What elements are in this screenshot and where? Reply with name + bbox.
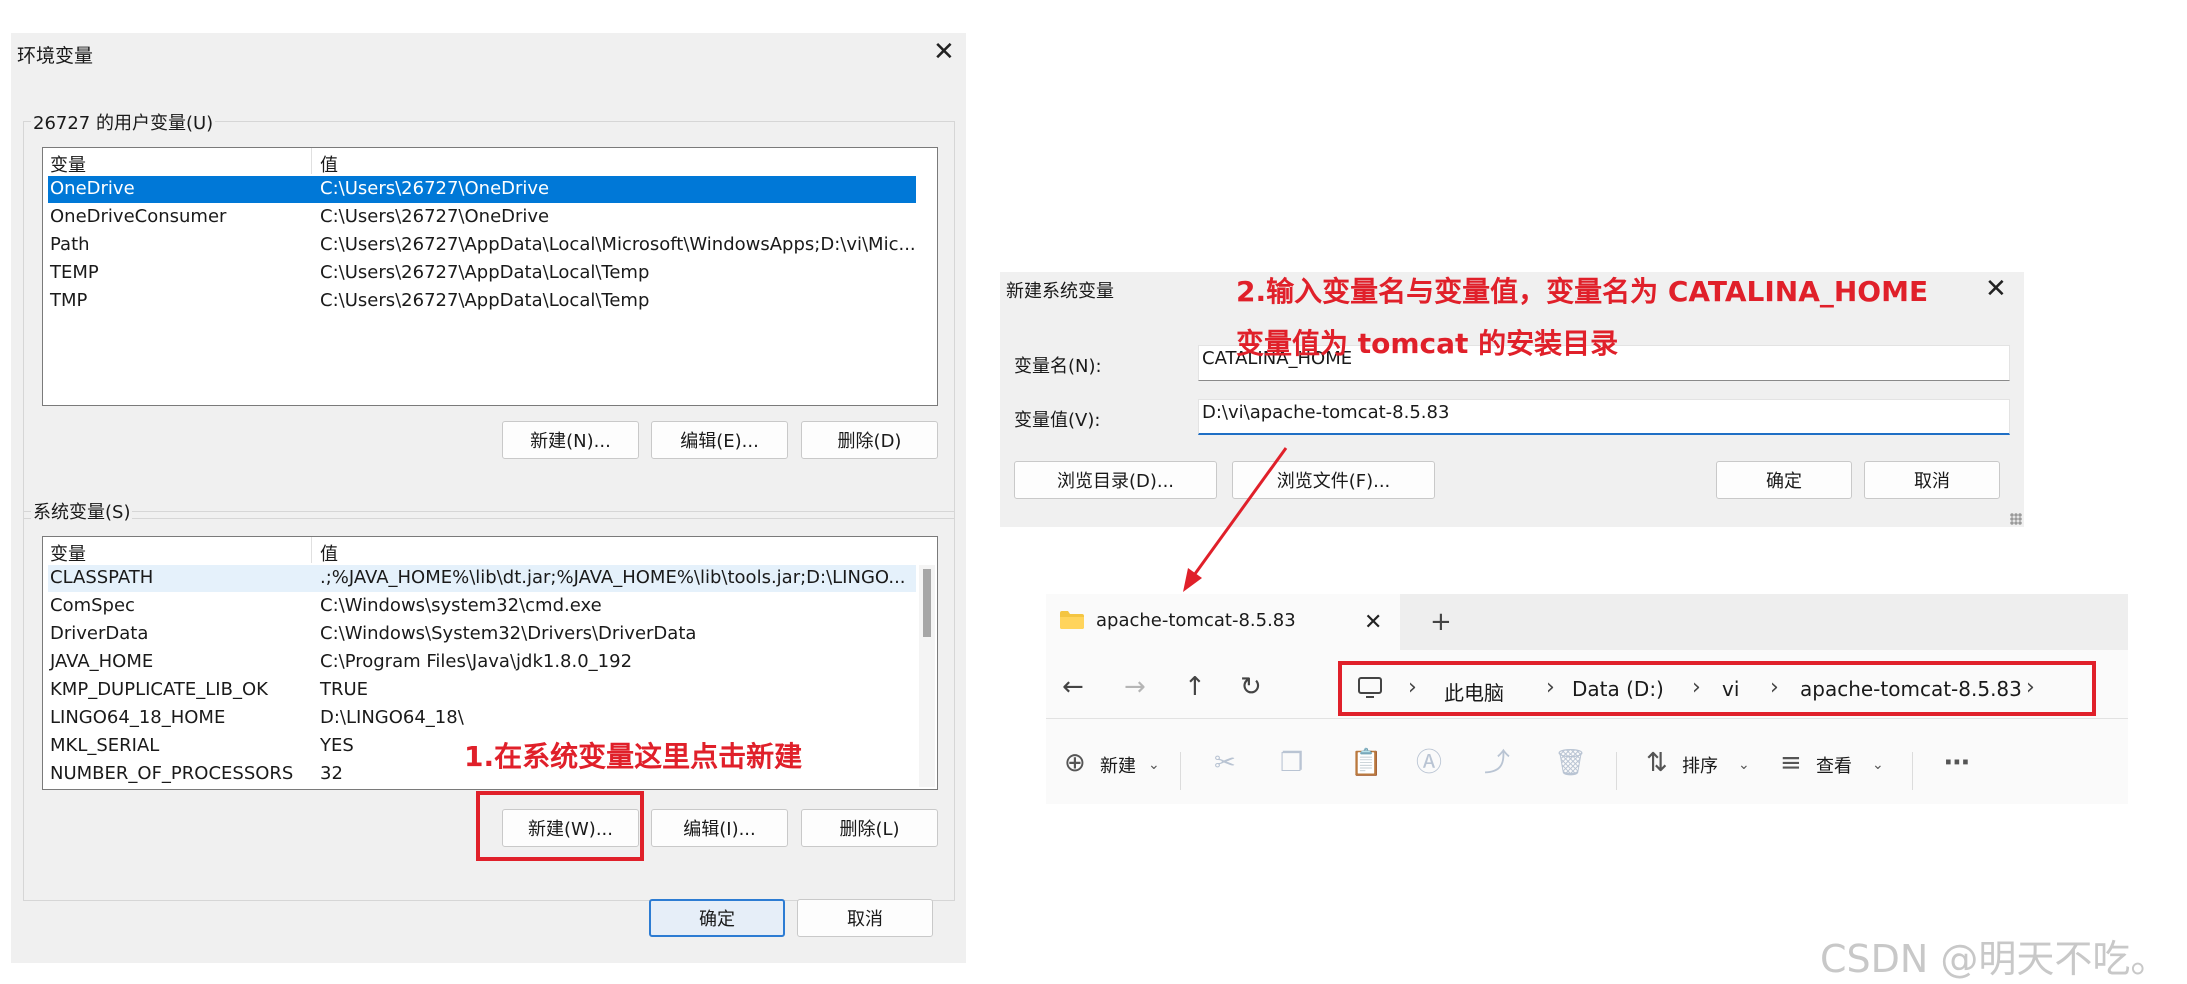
red-arrow-icon: [1183, 447, 1288, 592]
separator: [1616, 752, 1617, 790]
close-tab-icon[interactable]: ✕: [1364, 610, 1382, 636]
new-tab-icon[interactable]: +: [1430, 609, 1452, 635]
chevron-down-icon[interactable]: ⌄: [1872, 752, 1884, 778]
tab-apache-tomcat[interactable]: apache-tomcat-8.5.83 ✕: [1046, 594, 1400, 650]
chevron-right-icon[interactable]: ›: [2026, 675, 2035, 700]
breadcrumb-item[interactable]: Data (D:): [1572, 677, 1664, 701]
command-bar: ⊕ 新建 ⌄ ✂ ❐ 📋 Ⓐ ⤴ 🗑 ⇅ 排序 ⌄ ≡ 查看 ⌄ ⋯: [1046, 730, 2128, 804]
address-bar[interactable]: › 此电脑 › Data (D:) › vi › apache-tomcat-8…: [1346, 666, 2086, 712]
view-icon[interactable]: ≡: [1780, 750, 1802, 776]
chevron-right-icon[interactable]: ›: [1770, 675, 1779, 700]
paste-icon[interactable]: 📋: [1350, 750, 1382, 776]
breadcrumb-item[interactable]: vi: [1722, 677, 1739, 701]
separator: [1912, 752, 1913, 790]
breadcrumb-item[interactable]: apache-tomcat-8.5.83: [1800, 677, 2022, 701]
view-menu-button[interactable]: 查看: [1816, 752, 1852, 778]
forward-arrow-icon[interactable]: →: [1124, 674, 1146, 700]
chevron-right-icon[interactable]: ›: [1546, 675, 1555, 700]
more-options-icon[interactable]: ⋯: [1944, 750, 1970, 776]
file-explorer-window: apache-tomcat-8.5.83 ✕ + ← → ↑ ↻ › 此电脑 ›…: [1046, 594, 2128, 804]
folder-icon: [1060, 611, 1084, 629]
up-arrow-icon[interactable]: ↑: [1184, 674, 1206, 700]
cut-icon[interactable]: ✂: [1214, 750, 1236, 776]
tab-strip: apache-tomcat-8.5.83 ✕ +: [1046, 594, 2128, 650]
separator: [1180, 752, 1181, 790]
chevron-down-icon[interactable]: ⌄: [1738, 752, 1750, 778]
chevron-right-icon[interactable]: ›: [1692, 675, 1701, 700]
tab-title: apache-tomcat-8.5.83: [1096, 610, 1296, 631]
chevron-right-icon[interactable]: ›: [1408, 675, 1417, 700]
rename-icon[interactable]: Ⓐ: [1416, 750, 1442, 776]
refresh-icon[interactable]: ↻: [1240, 674, 1262, 700]
computer-icon: [1358, 677, 1382, 698]
breadcrumb-item[interactable]: 此电脑: [1444, 677, 1504, 706]
sort-menu-button[interactable]: 排序: [1682, 752, 1718, 778]
share-icon[interactable]: ⤴: [1484, 750, 1510, 776]
copy-icon[interactable]: ❐: [1280, 750, 1303, 776]
watermark: CSDN @明天不吃。: [1820, 937, 2169, 981]
sort-icon[interactable]: ⇅: [1646, 750, 1668, 776]
new-menu-button[interactable]: 新建: [1100, 752, 1136, 778]
back-arrow-icon[interactable]: ←: [1062, 674, 1084, 700]
divider: [1046, 718, 2128, 719]
delete-icon[interactable]: 🗑: [1554, 750, 1587, 776]
new-plus-icon[interactable]: ⊕: [1064, 750, 1086, 776]
chevron-down-icon[interactable]: ⌄: [1148, 752, 1160, 778]
